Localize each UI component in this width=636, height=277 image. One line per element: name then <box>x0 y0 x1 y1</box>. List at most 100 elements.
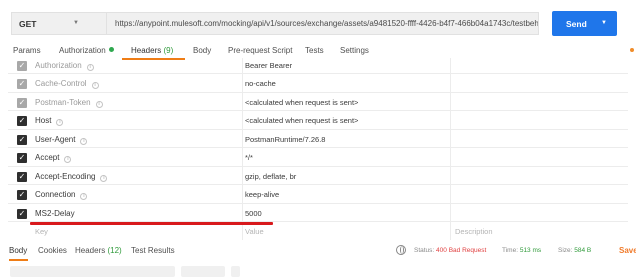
tab-authorization-label: Authorization <box>59 46 106 55</box>
size-value: 584 B <box>574 247 592 254</box>
column-divider <box>450 185 451 203</box>
response-tab-headers-label: Headers <box>75 246 106 255</box>
response-tab-body[interactable]: Body <box>9 246 27 255</box>
tab-headers-count: (9) <box>163 46 174 55</box>
row-checkbox[interactable]: ✓ <box>17 79 27 89</box>
column-divider <box>450 111 451 129</box>
row-checkbox[interactable]: ✓ <box>17 116 27 126</box>
column-divider <box>450 74 451 92</box>
tab-body[interactable]: Body <box>193 46 211 55</box>
info-icon[interactable]: i <box>80 193 88 200</box>
globe-icon[interactable] <box>396 245 406 255</box>
header-key-text: Accept-Encoding <box>35 171 96 181</box>
table-row: ✓ Authorization i Bearer Bearer <box>8 58 628 74</box>
table-row: ✓ Accept-Encoding i gzip, deflate, br <box>8 166 628 185</box>
info-icon[interactable]: i <box>91 82 99 89</box>
column-divider <box>450 148 451 166</box>
header-value[interactable]: no-cache <box>245 79 276 88</box>
table-row: ✓ MS2-Delay 5000 <box>8 203 628 222</box>
header-value[interactable]: gzip, deflate, br <box>245 172 296 181</box>
save-response-button[interactable]: Save <box>619 246 636 255</box>
response-bar: Body Cookies Headers (12) Test Results S… <box>0 243 636 261</box>
header-key-text: Host <box>35 116 52 125</box>
wrap-lines-button[interactable] <box>231 266 240 277</box>
table-row: ✓ Connection i keep-alive <box>8 185 628 204</box>
info-icon[interactable]: i <box>100 174 108 182</box>
column-divider <box>242 58 243 73</box>
row-checkbox[interactable]: ✓ <box>17 153 27 163</box>
url-input[interactable]: https://anypoint.mulesoft.com/mocking/ap… <box>106 12 539 35</box>
response-tab-test-results[interactable]: Test Results <box>131 246 175 255</box>
headers-table: ✓ Authorization i Bearer Bearer ✓ Cache-C… <box>0 58 636 240</box>
header-key-text: Accept <box>35 153 60 162</box>
header-value[interactable]: <calculated when request is sent> <box>245 98 358 107</box>
info-icon[interactable]: i <box>64 156 72 163</box>
response-view-toggle[interactable] <box>181 266 225 277</box>
column-divider <box>242 92 243 110</box>
header-value[interactable]: keep-alive <box>245 190 279 199</box>
tab-settings[interactable]: Settings <box>340 46 369 55</box>
size-readout: Size: 584 B <box>558 247 591 254</box>
row-checkbox[interactable]: ✓ <box>17 134 27 145</box>
column-divider <box>242 74 243 92</box>
response-tab-headers[interactable]: Headers (12) <box>75 246 122 255</box>
row-checkbox[interactable]: ✓ <box>17 171 27 182</box>
header-value[interactable]: PostmanRuntime/7.26.8 <box>245 135 325 144</box>
method-select[interactable]: GET ▼ <box>11 12 106 35</box>
header-key-text: Connection <box>35 190 76 199</box>
response-tab-headers-count: (12) <box>107 246 122 255</box>
new-description-input[interactable]: Description <box>455 227 493 236</box>
column-divider <box>242 129 243 147</box>
tab-headers[interactable]: Headers (9) <box>131 46 173 55</box>
column-divider <box>242 203 243 221</box>
time-readout: Time: 513 ms <box>502 247 541 254</box>
column-divider <box>242 185 243 203</box>
active-tab-indicator <box>9 259 28 261</box>
column-divider <box>242 111 243 129</box>
header-key[interactable]: Postman-Token i <box>35 98 103 108</box>
tab-tests[interactable]: Tests <box>305 46 324 55</box>
header-key[interactable]: Accept-Encoding i <box>35 171 108 182</box>
header-key[interactable]: Authorization i <box>35 61 94 71</box>
info-icon[interactable]: i <box>56 119 64 126</box>
header-value[interactable]: <calculated when request is sent> <box>245 116 358 125</box>
header-key-text: User-Agent <box>35 134 76 144</box>
chevron-down-icon: ▼ <box>73 20 79 26</box>
header-key-text: Cache-Control <box>35 79 87 88</box>
chevron-down-icon[interactable]: ▼ <box>601 20 607 26</box>
row-checkbox[interactable]: ✓ <box>17 61 27 71</box>
header-key[interactable]: Cache-Control i <box>35 79 99 89</box>
response-format-toolbar[interactable] <box>10 266 175 277</box>
tab-authorization[interactable]: Authorization <box>59 46 114 55</box>
tab-prerequest-script[interactable]: Pre-request Script <box>228 46 292 55</box>
header-value[interactable]: */* <box>245 153 253 162</box>
method-label: GET <box>19 18 37 29</box>
column-divider <box>450 166 451 184</box>
table-row: ✓ Postman-Token i <calculated when reques… <box>8 92 628 111</box>
tab-params[interactable]: Params <box>13 46 41 55</box>
new-key-input[interactable]: Key <box>35 227 48 236</box>
header-key[interactable]: Accept i <box>35 153 72 163</box>
header-value[interactable]: 5000 <box>245 209 262 218</box>
info-icon[interactable]: i <box>80 137 88 145</box>
column-divider <box>450 92 451 110</box>
row-checkbox[interactable]: ✓ <box>17 97 27 108</box>
size-label: Size: <box>558 247 573 254</box>
header-key[interactable]: MS2-Delay <box>35 209 75 218</box>
info-icon[interactable]: i <box>86 64 94 71</box>
table-row: ✓ Host i <calculated when request is sent… <box>8 111 628 130</box>
header-key[interactable]: Connection i <box>35 190 88 200</box>
row-checkbox[interactable]: ✓ <box>17 208 27 219</box>
status-label: Status: <box>414 247 435 254</box>
header-key[interactable]: Host i <box>35 116 64 126</box>
row-checkbox[interactable]: ✓ <box>17 190 27 200</box>
send-button[interactable]: Send ▼ <box>552 11 617 36</box>
column-divider <box>242 166 243 184</box>
new-value-input[interactable]: Value <box>245 227 264 236</box>
response-tab-cookies[interactable]: Cookies <box>38 246 67 255</box>
header-value[interactable]: Bearer Bearer <box>245 61 292 70</box>
time-value: 513 ms <box>519 247 542 254</box>
table-row: ✓ Cache-Control i no-cache <box>8 74 628 93</box>
info-icon[interactable]: i <box>95 100 103 108</box>
header-key[interactable]: User-Agent i <box>35 134 88 145</box>
